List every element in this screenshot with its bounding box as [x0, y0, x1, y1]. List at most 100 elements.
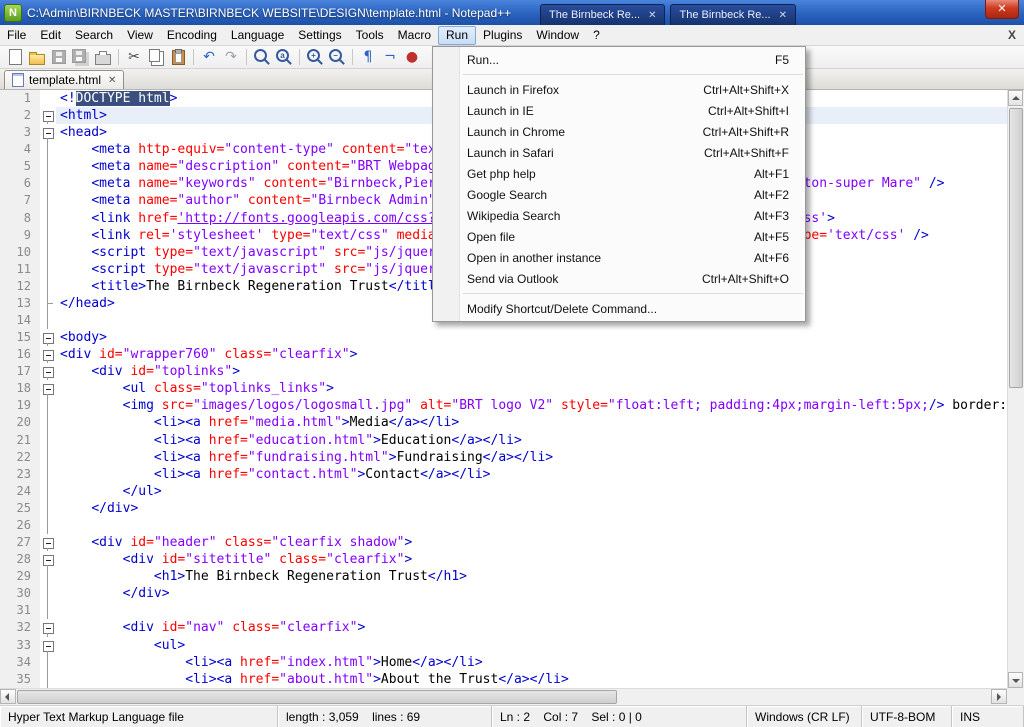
- code-text: [56, 602, 1007, 619]
- background-tab-close-icon[interactable]: ✕: [648, 10, 656, 21]
- zoom-in-icon[interactable]: +: [304, 47, 326, 67]
- background-tab-close-icon[interactable]: ✕: [779, 10, 787, 21]
- run-menu-item-launch-in-chrome[interactable]: Launch in ChromeCtrl+Alt+Shift+R: [433, 121, 805, 142]
- line-number: 2: [0, 107, 40, 124]
- word-wrap-icon[interactable]: ¶: [357, 47, 379, 67]
- fold-collapse-icon[interactable]: [43, 128, 54, 139]
- menubar-close-button[interactable]: X: [1000, 28, 1024, 42]
- open-folder-icon[interactable]: [26, 47, 48, 67]
- run-menu-item-modify-shortcut-delete-command[interactable]: Modify Shortcut/Delete Command...: [433, 298, 805, 319]
- run-menu-item-get-php-help[interactable]: Get php helpAlt+F1: [433, 163, 805, 184]
- scroll-right-arrow[interactable]: [991, 689, 1007, 704]
- run-menu-item-send-via-outlook[interactable]: Send via OutlookCtrl+Alt+Shift+O: [433, 268, 805, 289]
- horizontal-scrollbar[interactable]: [0, 688, 1007, 705]
- fold-margin: [40, 363, 56, 380]
- menu-plugins[interactable]: Plugins: [476, 26, 529, 45]
- scroll-down-arrow[interactable]: [1008, 672, 1023, 688]
- menubar-items: FileEditSearchViewEncodingLanguageSettin…: [0, 26, 607, 45]
- find-icon[interactable]: [251, 47, 273, 67]
- fold-collapse-icon[interactable]: [43, 384, 54, 395]
- fold-margin: [40, 534, 56, 551]
- menu-tools[interactable]: Tools: [349, 26, 391, 45]
- redo-icon[interactable]: ↷: [220, 47, 242, 67]
- vertical-scrollbar-thumb[interactable]: [1009, 108, 1023, 388]
- copy-icon[interactable]: [145, 47, 167, 67]
- code-text: <img src="images/logos/logosmall.jpg" al…: [56, 397, 1007, 414]
- replace-icon[interactable]: a: [273, 47, 295, 67]
- fold-collapse-icon[interactable]: [43, 333, 54, 344]
- code-text: <div id="header" class="clearfix shadow"…: [56, 534, 1007, 551]
- run-menu-item-google-search[interactable]: Google SearchAlt+F2: [433, 184, 805, 205]
- menu-view[interactable]: View: [120, 26, 160, 45]
- fold-collapse-icon[interactable]: [43, 538, 54, 549]
- line-number: 9: [0, 227, 40, 244]
- run-menu-item-launch-in-ie[interactable]: Launch in IECtrl+Alt+Shift+I: [433, 100, 805, 121]
- paste-icon[interactable]: [167, 47, 189, 67]
- menu-item-shortcut: Alt+F3: [754, 209, 789, 223]
- code-line: 29 <h1>The Birnbeck Regeneration Trust</…: [0, 568, 1007, 585]
- menu-file[interactable]: File: [0, 26, 33, 45]
- line-number: 27: [0, 534, 40, 551]
- run-menu-item-run[interactable]: Run...F5: [433, 49, 805, 70]
- run-menu-item-open-file[interactable]: Open fileAlt+F5: [433, 226, 805, 247]
- tab-template-html[interactable]: template.html ✕: [4, 70, 124, 89]
- macro-record-icon[interactable]: ●: [401, 47, 423, 67]
- fold-margin: [40, 397, 56, 414]
- fold-collapse-icon[interactable]: [43, 623, 54, 634]
- line-number: 4: [0, 141, 40, 158]
- fold-margin: [40, 380, 56, 397]
- menu-encoding[interactable]: Encoding: [160, 26, 224, 45]
- save-all-icon[interactable]: [70, 47, 92, 67]
- print-icon[interactable]: [92, 47, 114, 67]
- fold-margin: [40, 466, 56, 483]
- zoom-out-icon[interactable]: −: [326, 47, 348, 67]
- fold-margin: [40, 227, 56, 244]
- run-menu-item-wikipedia-search[interactable]: Wikipedia SearchAlt+F3: [433, 205, 805, 226]
- background-tab[interactable]: The Birnbeck Re...✕: [670, 4, 795, 25]
- fold-collapse-icon[interactable]: [43, 350, 54, 361]
- window-close-button[interactable]: ✕: [985, 0, 1019, 19]
- run-menu-item-launch-in-firefox[interactable]: Launch in FirefoxCtrl+Alt+Shift+X: [433, 79, 805, 100]
- menu-settings[interactable]: Settings: [291, 26, 348, 45]
- line-number: 30: [0, 585, 40, 602]
- code-line: 21 <li><a href="education.html">Educatio…: [0, 432, 1007, 449]
- undo-icon[interactable]: ↶: [198, 47, 220, 67]
- code-text: <li><a href="education.html">Education</…: [56, 432, 1007, 449]
- menu-search[interactable]: Search: [68, 26, 120, 45]
- run-menu-item-launch-in-safari[interactable]: Launch in SafariCtrl+Alt+Shift+F: [433, 142, 805, 163]
- menu-help[interactable]: ?: [586, 26, 607, 45]
- code-line: 32 <div id="nav" class="clearfix">: [0, 619, 1007, 636]
- fold-collapse-icon[interactable]: [43, 367, 54, 378]
- fold-collapse-icon[interactable]: [43, 111, 54, 122]
- menu-item-label: Launch in Safari: [467, 146, 704, 160]
- fold-margin: [40, 671, 56, 688]
- vertical-scrollbar[interactable]: [1007, 90, 1024, 688]
- background-browser-tabs: The Birnbeck Re...✕The Birnbeck Re...✕: [540, 4, 796, 25]
- scroll-up-arrow[interactable]: [1008, 90, 1023, 106]
- menu-macro[interactable]: Macro: [391, 26, 438, 45]
- menu-item-label: Run...: [467, 53, 775, 67]
- horizontal-scrollbar-thumb[interactable]: [17, 690, 617, 704]
- scroll-left-arrow[interactable]: [0, 689, 16, 704]
- menu-language[interactable]: Language: [224, 26, 291, 45]
- fold-collapse-icon[interactable]: [43, 641, 54, 652]
- menu-item-shortcut: Ctrl+Alt+Shift+F: [704, 146, 789, 160]
- run-menu-item-open-in-another-instance[interactable]: Open in another instanceAlt+F6: [433, 247, 805, 268]
- menu-window[interactable]: Window: [529, 26, 586, 45]
- menu-run[interactable]: Run: [438, 26, 476, 45]
- fold-collapse-icon[interactable]: [43, 555, 54, 566]
- line-number: 35: [0, 671, 40, 688]
- code-line: 31: [0, 602, 1007, 619]
- background-tab[interactable]: The Birnbeck Re...✕: [540, 4, 665, 25]
- cut-icon[interactable]: ✂: [123, 47, 145, 67]
- menu-edit[interactable]: Edit: [33, 26, 68, 45]
- tab-close-icon[interactable]: ✕: [108, 75, 116, 86]
- fold-margin: [40, 637, 56, 654]
- new-file-icon[interactable]: [4, 47, 26, 67]
- show-all-characters-icon[interactable]: ¬: [379, 47, 401, 67]
- status-eol-format: Windows (CR LF): [747, 706, 862, 727]
- save-icon[interactable]: [48, 47, 70, 67]
- line-number: 25: [0, 500, 40, 517]
- menubar: FileEditSearchViewEncodingLanguageSettin…: [0, 25, 1024, 46]
- code-text: <li><a href="fundraising.html">Fundraisi…: [56, 449, 1007, 466]
